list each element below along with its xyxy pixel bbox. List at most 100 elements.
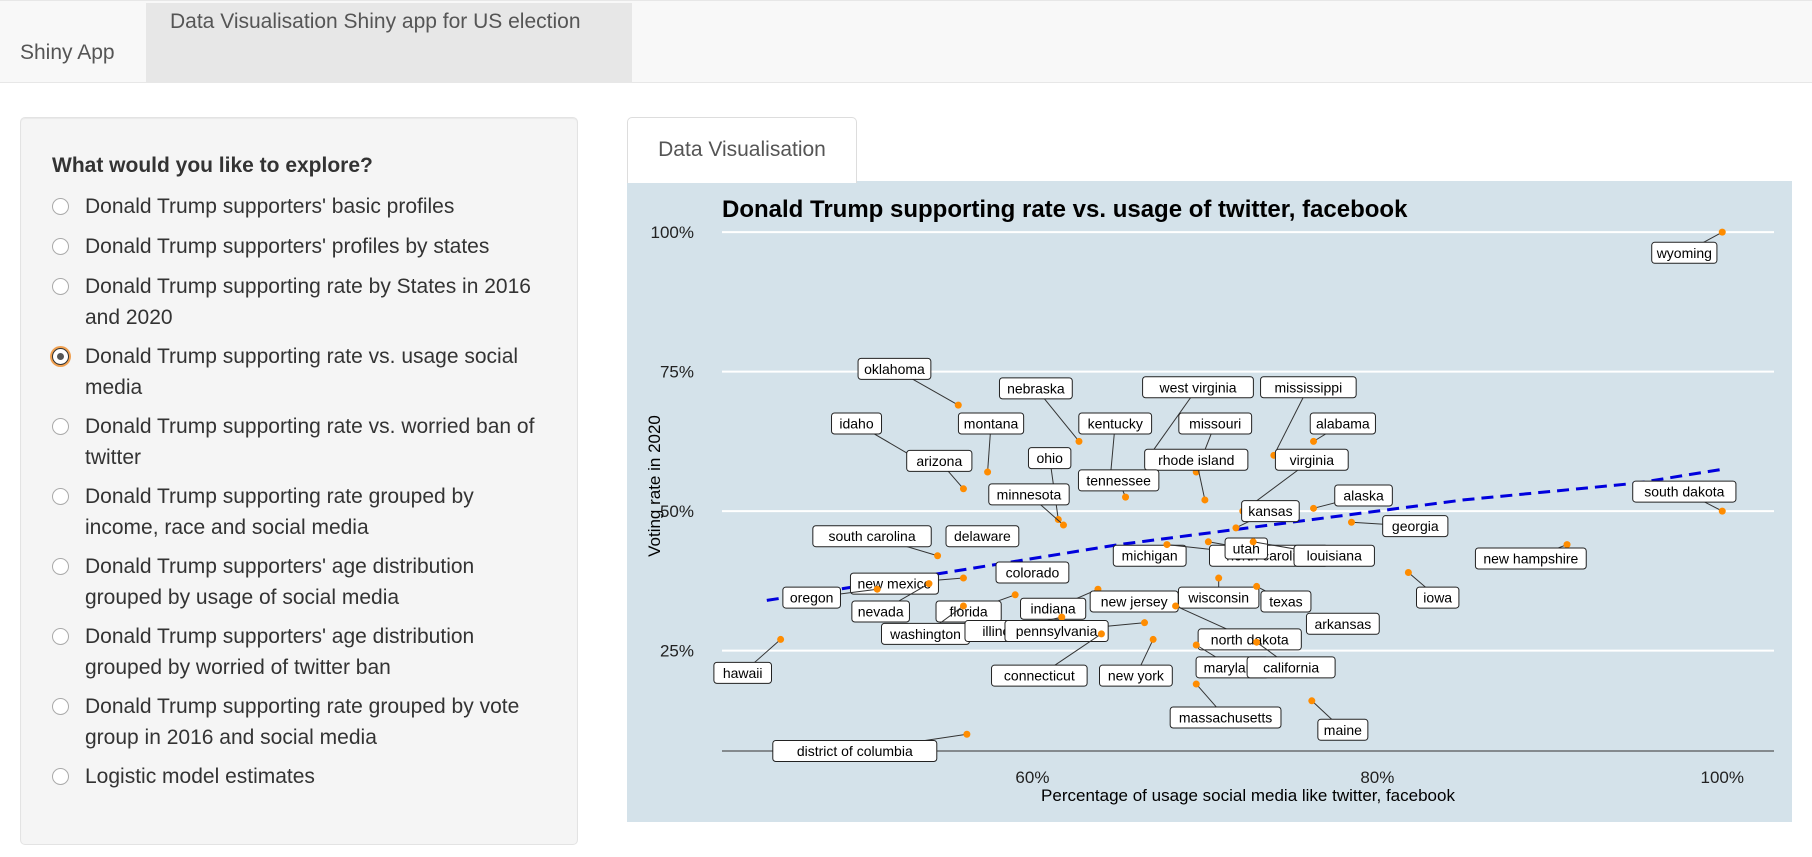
data-label: new york [1108, 668, 1165, 684]
data-label: virginia [1290, 452, 1335, 468]
data-point [1149, 635, 1157, 643]
tab-data-visualisation[interactable]: Data Visualisation [627, 117, 857, 183]
radio-button[interactable] [52, 768, 69, 785]
y-tick-label: 100% [651, 223, 694, 242]
navbar: Shiny App Data Visualisation Shiny app f… [0, 0, 1812, 83]
x-tick-label: 100% [1701, 768, 1744, 787]
data-label: massachusetts [1179, 710, 1272, 726]
navbar-brand[interactable]: Shiny App [20, 41, 115, 65]
radio-button[interactable] [52, 418, 69, 435]
data-label: idaho [839, 416, 873, 432]
plot-output: Donald Trump supporting rate vs. usage o… [627, 181, 1792, 822]
data-label: connecticut [1004, 668, 1075, 684]
data-point [873, 585, 881, 593]
y-axis-label: Voting rate in 2020 [645, 415, 664, 557]
data-label: mississippi [1275, 379, 1343, 395]
data-point [925, 580, 933, 588]
data-point [1718, 228, 1726, 236]
sidebar-title: What would you like to explore? [52, 154, 373, 177]
data-label: colorado [1006, 564, 1060, 580]
data-label: minnesota [997, 486, 1062, 502]
data-label: new jersey [1101, 593, 1168, 609]
data-label: rhode island [1158, 452, 1234, 468]
data-label: washington [889, 626, 961, 642]
data-point [1347, 518, 1355, 526]
radio-button[interactable] [52, 198, 69, 215]
data-point [1122, 493, 1130, 501]
data-point [963, 730, 971, 738]
data-point [777, 635, 785, 643]
data-label: hawaii [723, 665, 763, 681]
data-point [1075, 437, 1083, 445]
radio-option-label: Donald Trump supporting rate grouped by … [85, 485, 474, 539]
data-point [934, 552, 942, 560]
data-point [954, 401, 962, 409]
data-label: nebraska [1007, 380, 1065, 396]
data-label: south carolina [828, 528, 915, 544]
navbar-tab-label: Data Visualisation Shiny app for US elec… [170, 10, 581, 33]
radio-option-label: Donald Trump supporting rate grouped by … [85, 695, 520, 749]
data-label: wyoming [1656, 245, 1712, 261]
y-tick-label: 50% [660, 502, 694, 521]
radio-option-label: Donald Trump supporters' age distributio… [85, 625, 475, 679]
radio-button[interactable] [52, 698, 69, 715]
data-label: georgia [1392, 518, 1439, 534]
x-tick-label: 60% [1015, 768, 1049, 787]
radio-button[interactable] [52, 558, 69, 575]
data-label: nevada [858, 604, 904, 620]
sidebar-panel: What would you like to explore? Donald T… [20, 117, 578, 845]
data-point [1404, 568, 1412, 576]
data-label: maine [1324, 722, 1362, 738]
data-label: pennsylvania [1016, 623, 1098, 639]
data-label: new mexico [857, 576, 931, 592]
radio-option-label: Logistic model estimates [85, 765, 315, 788]
y-tick-label: 25% [660, 642, 694, 661]
data-point [1192, 680, 1200, 688]
radio-option-label: Donald Trump supporting rate by States i… [85, 275, 531, 329]
data-point [1215, 574, 1223, 582]
data-point [1059, 521, 1067, 529]
data-label: alaska [1343, 487, 1384, 503]
radio-button[interactable] [52, 628, 69, 645]
radio-button[interactable] [52, 278, 69, 295]
data-point [1011, 591, 1019, 599]
data-label: texas [1269, 593, 1302, 609]
radio-option-label: Donald Trump supporting rate vs. worried… [85, 415, 535, 469]
data-label: california [1263, 659, 1319, 675]
data-point [1054, 515, 1062, 523]
data-label: oregon [790, 590, 834, 606]
data-label: tennessee [1086, 472, 1151, 488]
data-point [1563, 541, 1571, 549]
data-label: south dakota [1644, 484, 1724, 500]
data-point [1163, 541, 1171, 549]
x-axis-label: Percentage of usage social media like tw… [1041, 786, 1455, 805]
data-label: kentucky [1088, 416, 1143, 432]
radio-button[interactable] [52, 348, 69, 365]
data-point [984, 468, 992, 476]
data-point [1253, 638, 1261, 646]
data-label: arkansas [1314, 616, 1371, 632]
navbar-tab-data-visualisation[interactable]: Data Visualisation Shiny app for US elec… [146, 3, 632, 83]
data-point [1204, 538, 1212, 546]
data-label: alabama [1316, 416, 1370, 432]
data-label: oklahoma [864, 361, 925, 377]
radio-button[interactable] [52, 488, 69, 505]
data-point [1172, 602, 1180, 610]
radio-option-label: Donald Trump supporters' profiles by sta… [85, 235, 490, 258]
radio-option-label: Donald Trump supporting rate vs. usage s… [85, 345, 519, 399]
data-label: arizona [916, 453, 962, 469]
data-label: delaware [954, 528, 1011, 544]
data-point [1141, 619, 1149, 627]
radio-button[interactable] [52, 238, 69, 255]
radio-option-label: Donald Trump supporters' age distributio… [85, 555, 475, 609]
data-point [1249, 538, 1257, 546]
data-point [1718, 507, 1726, 515]
data-point [959, 485, 967, 493]
data-point [1201, 496, 1209, 504]
data-label: ohio [1036, 450, 1063, 466]
data-point [1192, 641, 1200, 649]
data-point [959, 574, 967, 582]
data-label: west virginia [1158, 379, 1236, 395]
data-label: indiana [1031, 601, 1076, 617]
y-tick-label: 75% [660, 363, 694, 382]
